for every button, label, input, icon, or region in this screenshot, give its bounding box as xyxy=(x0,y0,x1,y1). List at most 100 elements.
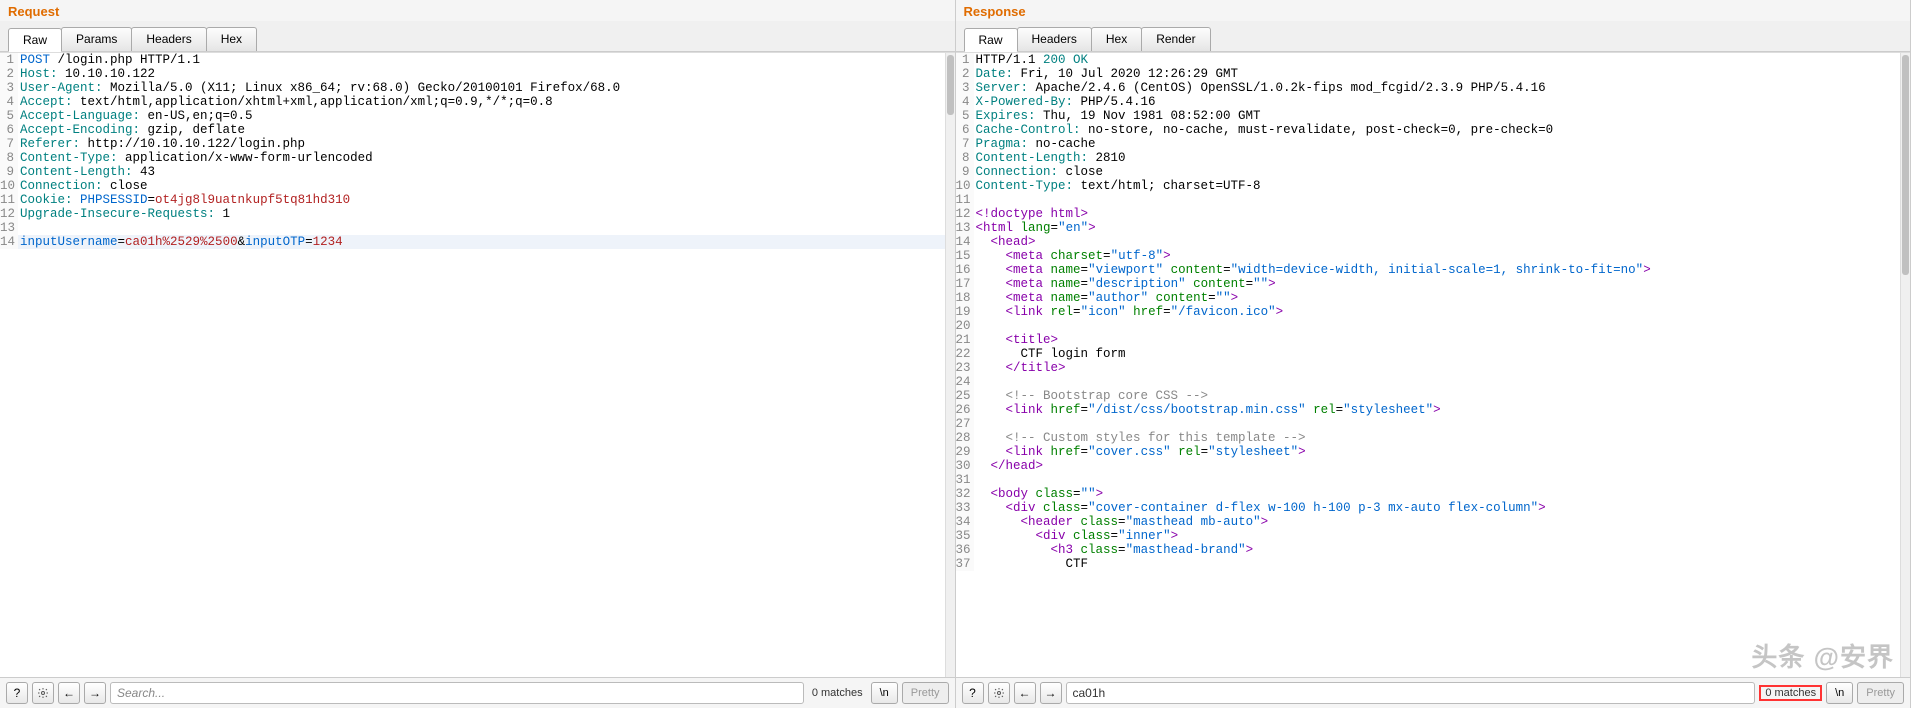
pretty-button[interactable]: Pretty xyxy=(902,682,949,704)
tab-headers[interactable]: Headers xyxy=(131,27,206,51)
code-line[interactable]: 13 xyxy=(0,221,955,235)
response-scrollbar[interactable] xyxy=(1900,53,1910,677)
code-line[interactable]: 28 <!-- Custom styles for this template … xyxy=(956,431,1911,445)
line-content: </head> xyxy=(974,459,1911,473)
line-number: 32 xyxy=(956,487,974,501)
code-line[interactable]: 15 <meta charset="utf-8"> xyxy=(956,249,1911,263)
code-line[interactable]: 13<html lang="en"> xyxy=(956,221,1911,235)
code-line[interactable]: 12<!doctype html> xyxy=(956,207,1911,221)
response-tabs: RawHeadersHexRender xyxy=(956,21,1911,52)
response-editor[interactable]: 1HTTP/1.1 200 OK2Date: Fri, 10 Jul 2020 … xyxy=(956,52,1911,677)
line-content: inputUsername=ca01h%2529%2500&inputOTP=1… xyxy=(18,235,955,249)
response-footer: ? ← → 0 matches \n Pretty xyxy=(956,677,1911,708)
line-number: 4 xyxy=(0,95,18,109)
code-line[interactable]: 30 </head> xyxy=(956,459,1911,473)
line-number: 34 xyxy=(956,515,974,529)
prev-match-button[interactable]: ← xyxy=(58,682,80,704)
tab-headers[interactable]: Headers xyxy=(1017,27,1092,51)
code-line[interactable]: 25 <!-- Bootstrap core CSS --> xyxy=(956,389,1911,403)
tab-render[interactable]: Render xyxy=(1141,27,1210,51)
code-line[interactable]: 12Upgrade-Insecure-Requests: 1 xyxy=(0,207,955,221)
line-content: <h3 class="masthead-brand"> xyxy=(974,543,1911,557)
code-line[interactable]: 5Expires: Thu, 19 Nov 1981 08:52:00 GMT xyxy=(956,109,1911,123)
help-icon[interactable]: ? xyxy=(962,682,984,704)
code-line[interactable]: 3Server: Apache/2.4.6 (CentOS) OpenSSL/1… xyxy=(956,81,1911,95)
response-search-input[interactable] xyxy=(1066,682,1756,704)
line-number: 22 xyxy=(956,347,974,361)
line-number: 5 xyxy=(0,109,18,123)
line-content: <link href="cover.css" rel="stylesheet"> xyxy=(974,445,1911,459)
newline-toggle-button[interactable]: \n xyxy=(1826,682,1853,704)
line-content xyxy=(18,221,955,235)
line-content: Referer: http://10.10.10.122/login.php xyxy=(18,137,955,151)
code-line[interactable]: 9Connection: close xyxy=(956,165,1911,179)
tab-params[interactable]: Params xyxy=(61,27,132,51)
code-line[interactable]: 8Content-Type: application/x-www-form-ur… xyxy=(0,151,955,165)
code-line[interactable]: 35 <div class="inner"> xyxy=(956,529,1911,543)
tab-raw[interactable]: Raw xyxy=(8,28,62,52)
prev-match-button[interactable]: ← xyxy=(1014,682,1036,704)
code-line[interactable]: 14 <head> xyxy=(956,235,1911,249)
code-line[interactable]: 27 xyxy=(956,417,1911,431)
code-line[interactable]: 7Pragma: no-cache xyxy=(956,137,1911,151)
code-line[interactable]: 5Accept-Language: en-US,en;q=0.5 xyxy=(0,109,955,123)
code-line[interactable]: 4X-Powered-By: PHP/5.4.16 xyxy=(956,95,1911,109)
next-match-button[interactable]: → xyxy=(84,682,106,704)
code-line[interactable]: 9Content-Length: 43 xyxy=(0,165,955,179)
line-content: <meta charset="utf-8"> xyxy=(974,249,1911,263)
code-line[interactable]: 18 <meta name="author" content=""> xyxy=(956,291,1911,305)
tab-hex[interactable]: Hex xyxy=(1091,27,1142,51)
code-line[interactable]: 4Accept: text/html,application/xhtml+xml… xyxy=(0,95,955,109)
line-number: 10 xyxy=(0,179,18,193)
line-content: Upgrade-Insecure-Requests: 1 xyxy=(18,207,955,221)
code-line[interactable]: 8Content-Length: 2810 xyxy=(956,151,1911,165)
code-line[interactable]: 36 <h3 class="masthead-brand"> xyxy=(956,543,1911,557)
code-line[interactable]: 22 CTF login form xyxy=(956,347,1911,361)
code-line[interactable]: 19 <link rel="icon" href="/favicon.ico"> xyxy=(956,305,1911,319)
code-line[interactable]: 6Accept-Encoding: gzip, deflate xyxy=(0,123,955,137)
code-line[interactable]: 10Connection: close xyxy=(0,179,955,193)
gear-icon[interactable] xyxy=(32,682,54,704)
code-line[interactable]: 32 <body class=""> xyxy=(956,487,1911,501)
line-number: 11 xyxy=(956,193,974,207)
code-line[interactable]: 3User-Agent: Mozilla/5.0 (X11; Linux x86… xyxy=(0,81,955,95)
code-line[interactable]: 14inputUsername=ca01h%2529%2500&inputOTP… xyxy=(0,235,955,249)
code-line[interactable]: 2Host: 10.10.10.122 xyxy=(0,67,955,81)
code-line[interactable]: 24 xyxy=(956,375,1911,389)
next-match-button[interactable]: → xyxy=(1040,682,1062,704)
code-line[interactable]: 26 <link href="/dist/css/bootstrap.min.c… xyxy=(956,403,1911,417)
code-line[interactable]: 6Cache-Control: no-store, no-cache, must… xyxy=(956,123,1911,137)
code-line[interactable]: 21 <title> xyxy=(956,333,1911,347)
request-scrollbar[interactable] xyxy=(945,53,955,677)
code-line[interactable]: 16 <meta name="viewport" content="width=… xyxy=(956,263,1911,277)
line-number: 10 xyxy=(956,179,974,193)
code-line[interactable]: 23 </title> xyxy=(956,361,1911,375)
code-line[interactable]: 37 CTF xyxy=(956,557,1911,571)
code-line[interactable]: 34 <header class="masthead mb-auto"> xyxy=(956,515,1911,529)
code-line[interactable]: 29 <link href="cover.css" rel="styleshee… xyxy=(956,445,1911,459)
code-line[interactable]: 10Content-Type: text/html; charset=UTF-8 xyxy=(956,179,1911,193)
gear-icon[interactable] xyxy=(988,682,1010,704)
code-line[interactable]: 7Referer: http://10.10.10.122/login.php xyxy=(0,137,955,151)
line-number: 20 xyxy=(956,319,974,333)
pretty-button[interactable]: Pretty xyxy=(1857,682,1904,704)
code-line[interactable]: 11 xyxy=(956,193,1911,207)
code-line[interactable]: 33 <div class="cover-container d-flex w-… xyxy=(956,501,1911,515)
line-number: 6 xyxy=(956,123,974,137)
newline-toggle-button[interactable]: \n xyxy=(871,682,898,704)
code-line[interactable]: 17 <meta name="description" content=""> xyxy=(956,277,1911,291)
line-content: Content-Length: 2810 xyxy=(974,151,1911,165)
request-editor[interactable]: 1POST /login.php HTTP/1.12Host: 10.10.10… xyxy=(0,52,955,677)
request-search-input[interactable] xyxy=(110,682,804,704)
request-match-count: 0 matches xyxy=(808,687,867,699)
help-icon[interactable]: ? xyxy=(6,682,28,704)
code-line[interactable]: 31 xyxy=(956,473,1911,487)
code-line[interactable]: 1HTTP/1.1 200 OK xyxy=(956,53,1911,67)
line-content: <meta name="description" content=""> xyxy=(974,277,1911,291)
tab-raw[interactable]: Raw xyxy=(964,28,1018,52)
code-line[interactable]: 11Cookie: PHPSESSID=ot4jg8l9uatnkupf5tq8… xyxy=(0,193,955,207)
tab-hex[interactable]: Hex xyxy=(206,27,257,51)
code-line[interactable]: 2Date: Fri, 10 Jul 2020 12:26:29 GMT xyxy=(956,67,1911,81)
code-line[interactable]: 20 xyxy=(956,319,1911,333)
code-line[interactable]: 1POST /login.php HTTP/1.1 xyxy=(0,53,955,67)
